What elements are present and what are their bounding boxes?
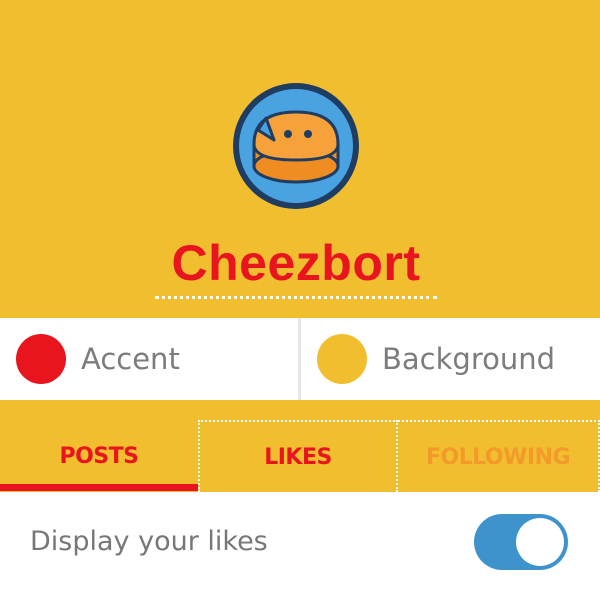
display-likes-toggle[interactable] [474, 514, 568, 570]
accent-swatch [16, 334, 66, 384]
avatar[interactable] [228, 78, 364, 214]
tab-posts[interactable]: POSTS [0, 420, 198, 492]
username[interactable]: Cheezbort [155, 233, 437, 299]
profile-header: Cheezbort [0, 0, 600, 318]
active-tab-indicator [0, 484, 198, 491]
accent-label: Accent [81, 342, 180, 376]
color-settings: Accent Background [0, 318, 600, 400]
background-swatch [317, 334, 367, 384]
accent-color-picker[interactable]: Accent [0, 318, 298, 400]
tab-following[interactable]: FOLLOWING [398, 420, 600, 492]
toggle-knob [516, 518, 564, 566]
background-label: Background [382, 342, 556, 376]
profile-tabs: POSTS LIKES FOLLOWING [0, 400, 600, 492]
cheese-wheel-face-icon [233, 83, 359, 209]
display-likes-label: Display your likes [30, 526, 268, 557]
background-color-picker[interactable]: Background [301, 318, 600, 400]
display-likes-setting: Display your likes [0, 492, 600, 600]
tab-likes[interactable]: LIKES [198, 420, 398, 492]
